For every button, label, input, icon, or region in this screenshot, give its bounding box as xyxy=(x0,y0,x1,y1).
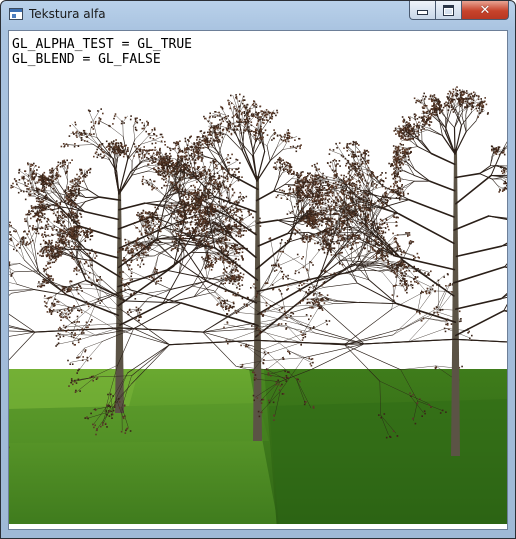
alpha-test-status: GL_ALPHA_TEST = GL_TRUE xyxy=(12,37,193,52)
ground-tile-near-left xyxy=(9,403,269,443)
render-viewport[interactable]: GL_ALPHA_TEST = GL_TRUE GL_BLEND = GL_FAL… xyxy=(8,30,508,530)
minimize-button[interactable] xyxy=(409,1,436,20)
caption-buttons: ✕ xyxy=(409,1,509,21)
window-title: Tekstura alfa xyxy=(29,7,106,21)
opengl-scene xyxy=(9,31,507,529)
ground-tile-near-right xyxy=(269,399,507,529)
blend-status: GL_BLEND = GL_FALSE xyxy=(12,52,161,67)
maximize-button[interactable] xyxy=(436,1,462,20)
app-icon-titlebar xyxy=(10,9,22,12)
close-icon: ✕ xyxy=(479,2,491,18)
maximize-icon xyxy=(443,4,454,16)
app-icon-pane xyxy=(12,14,16,18)
gl-state-overlay: GL_ALPHA_TEST = GL_TRUE GL_BLEND = GL_FAL… xyxy=(12,37,192,67)
app-window: Tekstura alfa ✕ GL_ALPHA_TEST = GL_TRUE … xyxy=(0,0,516,539)
minimize-icon xyxy=(417,10,428,15)
title-bar[interactable]: Tekstura alfa ✕ xyxy=(1,1,515,29)
app-icon[interactable] xyxy=(9,8,23,20)
viewport-bottom-edge xyxy=(9,524,507,529)
close-button[interactable]: ✕ xyxy=(462,1,509,20)
